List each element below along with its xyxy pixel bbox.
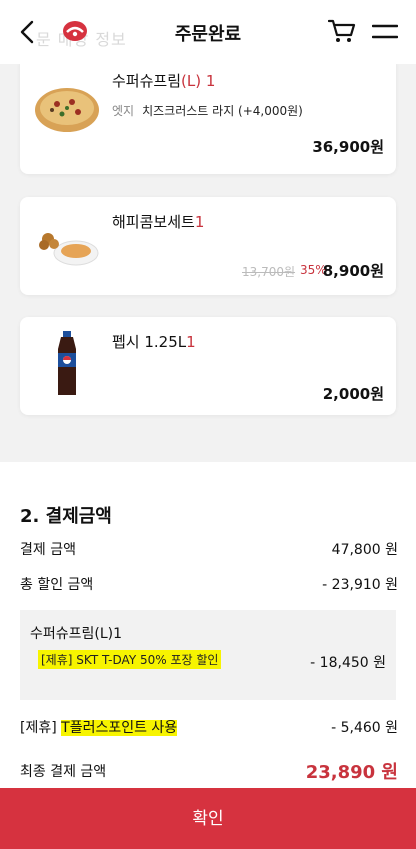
cart-icon[interactable] [328,18,356,44]
item-name-text: 해피콤보세트 [112,213,195,231]
total-discount-value: - 23,910 원 [322,577,398,593]
total-discount-label: 총 할인 금액 [20,577,94,593]
discount-item-name: 수퍼슈프림(L)1 [30,626,123,642]
payment-section-title: 2. 결제금액 [20,506,112,527]
promo-label: [제휴] SKT T-DAY 50% 포장 할인 [38,650,222,669]
final-amount-label: 최종 결제 금액 [20,764,107,780]
confirm-button[interactable]: 확인 [0,788,416,849]
subtotal-label: 결제 금액 [20,542,76,558]
item-name-text: 펩시 1.25L [112,333,187,351]
discount-detail-box: 수퍼슈프림(L)1 [제휴] SKT T-DAY 50% 포장 할인 - 18,… [20,610,396,700]
top-bar: 문 매장 정보 주문완료 [0,0,416,64]
item-name: 펩시 1.25L1 [112,331,196,352]
pepsi-bottle-image [58,331,76,395]
item-size: (L) [181,72,202,90]
item-name: 해피콤보세트1 [112,211,204,232]
tpoint-value: - 5,460 원 [331,720,398,736]
item-name: 수퍼슈프림(L) 1 [112,70,215,91]
option-value: 치즈크러스트 라지 (+4,000원) [142,104,303,118]
item-price: 2,000원 [322,385,384,403]
final-amount-value: 23,890 원 [305,762,398,783]
combo-set-image [39,233,99,266]
option-label: 엣지 [112,104,135,118]
order-item-card: 수퍼슈프림(L) 1 엣지 치즈크러스트 라지 (+4,000원) 36,900원 [20,56,396,174]
original-price: 13,700원 [242,265,296,279]
order-complete-page: 문 매장 정보 주문완료 수퍼슈프림(L) 1 엣지 치즈크러스트 라지 (+4… [0,0,416,849]
item-qty: 1 [205,72,216,90]
tpoint-prefix: [제휴] [20,720,57,736]
item-qty: 1 [194,213,205,231]
pizza-image [35,88,99,132]
item-qty: 1 [186,333,196,351]
order-item-card: 펩시 1.25L1 2,000원 [20,317,396,415]
item-name-text: 수퍼슈프림 [112,72,182,90]
menu-icon[interactable] [372,22,398,42]
tpoint-label-text: T플러스포인트 사용 [61,720,178,736]
item-price: 36,900원 [312,138,384,156]
item-price: 8,900원 [322,262,384,280]
subtotal-value: 47,800 원 [331,542,398,558]
discount-item-value: - 18,450 원 [310,655,386,671]
tpoint-label: [제휴] T플러스포인트 사용 [20,717,178,737]
item-option: 엣지 치즈크러스트 라지 (+4,000원) [112,102,303,119]
order-item-card: 해피콤보세트1 13,700원 35% 8,900원 [20,197,396,295]
